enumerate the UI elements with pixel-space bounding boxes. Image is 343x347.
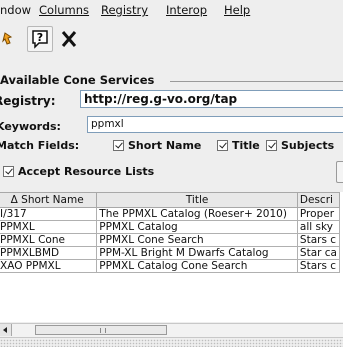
subjects-checkbox-label: Subjects xyxy=(281,139,335,152)
help-icon: ? xyxy=(32,30,48,49)
cell-description: Star ca xyxy=(296,246,341,260)
menu-interop-label: Interop xyxy=(166,3,208,17)
cell-title: PPMXL Cone Search xyxy=(96,233,298,247)
cell-short-name: XAO PPMXL xyxy=(0,259,98,273)
cell-description: Stars c xyxy=(296,259,341,273)
column-header-short-name[interactable]: Δ Short Name xyxy=(0,192,98,208)
cell-title: The PPMXL Catalog (Roeser+ 2010) xyxy=(96,207,298,221)
menu-help[interactable]: Help xyxy=(224,3,250,17)
cell-description: Stars c xyxy=(296,233,341,247)
side-button[interactable] xyxy=(336,161,343,183)
grip-icon xyxy=(100,328,106,333)
short-name-checkbox[interactable] xyxy=(113,140,124,151)
menu-bar: ndow Columns Registry Interop Help xyxy=(0,0,343,20)
menu-registry[interactable]: Registry xyxy=(101,3,148,17)
table-row[interactable]: I/317 The PPMXL Catalog (Roeser+ 2010) P… xyxy=(0,207,341,221)
accept-resource-lists-checkbox[interactable] xyxy=(3,166,14,177)
registry-field[interactable]: http://reg.g-vo.org/tap xyxy=(80,90,343,108)
section-title: Available Cone Services xyxy=(0,73,155,87)
svg-text:?: ? xyxy=(37,31,43,44)
close-button[interactable] xyxy=(56,26,82,52)
menu-columns-label: Columns xyxy=(39,3,90,17)
arrow-left-icon xyxy=(3,327,7,333)
cell-short-name: I/317 xyxy=(0,207,98,221)
cell-title: PPMXL Catalog Cone Search xyxy=(96,259,298,273)
keywords-label: Keywords: xyxy=(0,120,61,133)
column-header-description[interactable]: Descri xyxy=(296,192,341,208)
match-fields-label: Match Fields: xyxy=(0,139,80,152)
results-grid: Δ Short Name Title Descri I/317 The PPMX… xyxy=(0,192,341,273)
menu-registry-label: Registry xyxy=(101,3,149,17)
keywords-field[interactable]: ppmxl xyxy=(87,116,343,133)
title-checkbox-label: Title xyxy=(232,139,260,152)
table-row[interactable]: XAO PPMXL PPMXL Catalog Cone Search Star… xyxy=(0,259,341,273)
cell-description: all sky xyxy=(296,220,341,234)
short-name-checkbox-label: Short Name xyxy=(128,139,202,152)
table-row[interactable]: PPMXL Cone PPMXL Cone Search Stars c xyxy=(0,233,341,247)
wand-button[interactable] xyxy=(0,26,20,52)
table-row[interactable]: PPMXL PPMXL Catalog all sky xyxy=(0,220,341,234)
close-icon xyxy=(61,31,77,47)
menu-help-label: Help xyxy=(224,3,251,17)
table-row[interactable]: PPMXLBMD PPM-XL Bright M Dwarfs Catalog … xyxy=(0,246,341,260)
results-table: Δ Short Name Title Descri I/317 The PPMX… xyxy=(0,192,343,322)
registry-label: Registry: xyxy=(0,94,56,108)
cell-title: PPMXL Catalog xyxy=(96,220,298,234)
section-divider xyxy=(170,81,343,82)
cell-short-name: PPMXLBMD xyxy=(0,246,98,260)
toolbar: ? xyxy=(0,21,343,59)
resize-grip[interactable] xyxy=(0,339,343,347)
title-checkbox[interactable] xyxy=(217,140,228,151)
table-header-row: Δ Short Name Title Descri xyxy=(0,192,341,208)
horizontal-scrollbar[interactable] xyxy=(0,323,343,338)
cell-title: PPM-XL Bright M Dwarfs Catalog xyxy=(96,246,298,260)
menu-interop[interactable]: Interop xyxy=(166,3,207,17)
subjects-checkbox[interactable] xyxy=(266,140,277,151)
scrollbar-thumb[interactable] xyxy=(35,325,167,335)
cell-short-name: PPMXL xyxy=(0,220,98,234)
accept-resource-lists-label: Accept Resource Lists xyxy=(18,165,155,178)
menu-window[interactable]: ndow xyxy=(0,3,31,17)
scroll-left-button[interactable] xyxy=(0,324,12,336)
wand-icon xyxy=(2,32,13,45)
menu-columns[interactable]: Columns xyxy=(39,3,89,17)
cell-description: Proper xyxy=(296,207,341,221)
cell-short-name: PPMXL Cone xyxy=(0,233,98,247)
column-header-title[interactable]: Title xyxy=(96,192,298,208)
help-button[interactable]: ? xyxy=(27,26,53,52)
